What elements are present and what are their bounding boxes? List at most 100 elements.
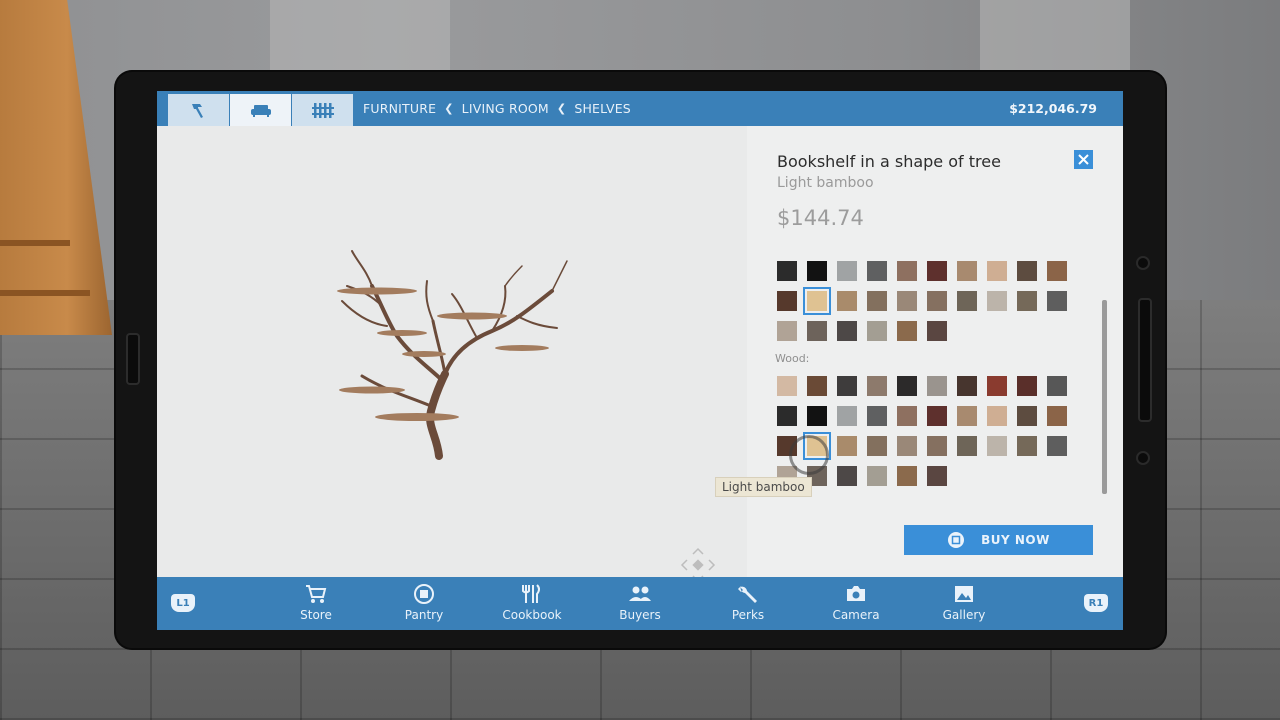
nav-camera[interactable]: Camera: [816, 583, 896, 622]
item-price: $144.74: [777, 206, 864, 230]
nav-buyers[interactable]: Buyers: [600, 583, 680, 622]
nav-gallery[interactable]: Gallery: [924, 583, 1004, 622]
camera-icon: [847, 586, 865, 601]
cursor-ring: [789, 435, 829, 475]
nav-perks-label: Perks: [731, 608, 765, 622]
tab-furniture[interactable]: [230, 94, 291, 126]
color-swatch[interactable]: [987, 261, 1007, 281]
color-swatch[interactable]: [927, 291, 947, 311]
close-icon: [1078, 154, 1089, 165]
r1-button[interactable]: R1: [1084, 594, 1108, 612]
scrollbar[interactable]: [1102, 300, 1107, 494]
color-swatch[interactable]: [957, 291, 977, 311]
wood-swatch[interactable]: [867, 436, 887, 456]
wood-swatch[interactable]: [1017, 406, 1037, 426]
color-swatch[interactable]: [897, 321, 917, 341]
wood-swatch[interactable]: [987, 436, 1007, 456]
wood-swatch[interactable]: [777, 376, 797, 396]
breadcrumb-shelves[interactable]: SHELVES: [574, 101, 631, 116]
wood-swatch[interactable]: [957, 406, 977, 426]
color-swatch[interactable]: [867, 261, 887, 281]
wood-swatch[interactable]: [1047, 406, 1067, 426]
sofa-icon: [250, 105, 271, 117]
color-swatch[interactable]: [777, 321, 797, 341]
cart-icon: [306, 585, 327, 603]
wood-swatch[interactable]: [1047, 436, 1067, 456]
color-swatch[interactable]: [837, 261, 857, 281]
breadcrumb-living-room[interactable]: LIVING ROOM: [462, 101, 549, 116]
color-swatch[interactable]: [867, 291, 887, 311]
wood-swatch[interactable]: [867, 406, 887, 426]
color-swatch[interactable]: [837, 291, 857, 311]
item-variant: Light bamboo: [777, 175, 874, 191]
wood-swatch[interactable]: [777, 406, 797, 426]
wood-swatch[interactable]: [927, 376, 947, 396]
nav-buyers-label: Buyers: [619, 608, 661, 622]
color-swatch[interactable]: [1017, 291, 1037, 311]
wood-swatch[interactable]: [927, 436, 947, 456]
color-swatch[interactable]: [777, 261, 797, 281]
swatch-tooltip: Light bamboo: [715, 477, 812, 497]
color-swatch[interactable]: [1047, 291, 1067, 311]
wood-swatch[interactable]: [867, 466, 887, 486]
wood-swatch[interactable]: [987, 376, 1007, 396]
close-button[interactable]: [1074, 150, 1093, 169]
tablet-screen: FURNITURE ❮ LIVING ROOM ❮ SHELVES $212,0…: [157, 91, 1123, 630]
item-title: Bookshelf in a shape of tree: [777, 152, 1001, 171]
color-swatch[interactable]: [807, 321, 827, 341]
wood-swatch[interactable]: [897, 376, 917, 396]
nav-perks[interactable]: Perks: [708, 583, 788, 622]
wood-swatch[interactable]: [957, 376, 977, 396]
color-swatch[interactable]: [1047, 261, 1067, 281]
wood-swatch[interactable]: [1047, 376, 1067, 396]
color-swatch[interactable]: [803, 287, 831, 315]
wood-swatch[interactable]: [1017, 376, 1037, 396]
tab-fences[interactable]: [292, 94, 353, 126]
color-swatch[interactable]: [897, 261, 917, 281]
nav-pantry[interactable]: Pantry: [384, 583, 464, 622]
buy-now-button[interactable]: BUY NOW: [904, 525, 1093, 555]
color-swatch[interactable]: [957, 261, 977, 281]
color-swatch[interactable]: [927, 261, 947, 281]
wood-swatch[interactable]: [957, 436, 977, 456]
nav-gallery-label: Gallery: [942, 608, 986, 622]
l1-button[interactable]: L1: [171, 594, 195, 612]
wood-swatch[interactable]: [807, 376, 827, 396]
wood-swatch[interactable]: [837, 376, 857, 396]
wood-swatch[interactable]: [897, 436, 917, 456]
color-swatch-grid: [777, 261, 1067, 341]
bottom-nav-bar: L1 Store Pantry Cookbook Buyers Perks Ca…: [157, 577, 1123, 630]
item-preview-area[interactable]: [157, 126, 747, 583]
color-swatch[interactable]: [897, 291, 917, 311]
pantry-icon: [414, 584, 434, 604]
breadcrumb: FURNITURE ❮ LIVING ROOM ❮ SHELVES: [363, 91, 631, 126]
color-swatch[interactable]: [927, 321, 947, 341]
color-swatch[interactable]: [987, 291, 1007, 311]
wood-swatch[interactable]: [837, 436, 857, 456]
wood-swatch[interactable]: [987, 406, 1007, 426]
fence-icon: [311, 103, 334, 118]
color-swatch[interactable]: [837, 321, 857, 341]
wood-swatch[interactable]: [1017, 436, 1037, 456]
tab-construction[interactable]: [168, 94, 229, 126]
wrench-icon: [738, 586, 757, 603]
money-balance: $212,046.79: [1009, 101, 1097, 116]
wood-swatch[interactable]: [927, 406, 947, 426]
color-swatch[interactable]: [777, 291, 797, 311]
breadcrumb-furniture[interactable]: FURNITURE: [363, 101, 436, 116]
wood-swatch[interactable]: [927, 466, 947, 486]
nav-cookbook[interactable]: Cookbook: [492, 583, 572, 622]
cutlery-icon: [522, 584, 540, 603]
color-swatch[interactable]: [867, 321, 887, 341]
nav-store[interactable]: Store: [276, 583, 356, 622]
wood-swatch[interactable]: [837, 466, 857, 486]
wood-swatch[interactable]: [897, 406, 917, 426]
chevron-left-icon: ❮: [444, 102, 454, 115]
color-swatch[interactable]: [807, 261, 827, 281]
wood-swatch[interactable]: [837, 406, 857, 426]
wood-swatch[interactable]: [807, 406, 827, 426]
color-swatch[interactable]: [1017, 261, 1037, 281]
wood-swatch[interactable]: [897, 466, 917, 486]
wood-swatch[interactable]: [867, 376, 887, 396]
nav-camera-label: Camera: [832, 608, 880, 622]
